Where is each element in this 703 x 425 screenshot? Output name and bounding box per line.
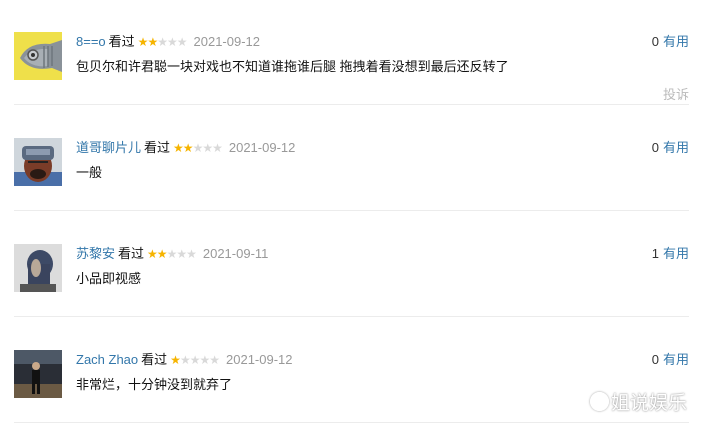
comment-text: 包贝尔和许君聪一块对戏也不知道谁拖谁后腿 拖拽着看没想到最后还反转了: [76, 59, 509, 74]
comment-meta: 8==o 看过 ★★★★★ 2021-09-12: [76, 32, 260, 52]
star-empty-icon: ★: [157, 35, 168, 49]
watch-status: 看过: [141, 352, 168, 367]
comment-text: 小品即视感: [76, 271, 142, 286]
watermark-text: 姐说娱乐: [611, 392, 688, 414]
username-link[interactable]: Zach Zhao: [76, 352, 138, 367]
watch-status: 看过: [144, 140, 171, 155]
comment-item: 道哥聊片儿 看过 ★★★★★ 2021-09-12 0 有用 一般: [14, 138, 689, 211]
comment-date: 2021-09-11: [202, 246, 269, 261]
star-empty-icon: ★: [209, 353, 220, 367]
star-empty-icon: ★: [166, 247, 178, 261]
avatar[interactable]: [14, 138, 62, 186]
fish-avatar-icon: [14, 32, 62, 80]
star-filled-icon: ★: [147, 247, 158, 261]
username-link[interactable]: 8==o: [76, 34, 106, 49]
comment-item: 8==o 看过 ★★★★★ 2021-09-12 0 有用 包贝尔和许君聪一块对戏也不知…: [14, 32, 689, 105]
report-link[interactable]: 投诉: [663, 84, 689, 103]
watch-status: 看过: [118, 246, 145, 261]
comment-meta: 道哥聊片儿 看过 ★★★★★ 2021-09-12: [76, 138, 295, 158]
watch-status: 看过: [108, 34, 135, 49]
vote-area: 1 有用: [652, 244, 689, 264]
useful-button[interactable]: 有用: [663, 34, 689, 49]
comment-text: 一般: [76, 165, 103, 180]
vote-count: 0: [651, 34, 659, 49]
star-empty-icon: ★: [192, 141, 204, 155]
watermark: 姐说娱乐: [590, 388, 687, 415]
star-empty-icon: ★: [199, 353, 210, 367]
photo-avatar-icon: [14, 350, 62, 398]
star-empty-icon: ★: [166, 35, 178, 49]
comment-date: 2021-09-12: [193, 34, 261, 49]
useful-button[interactable]: 有用: [663, 140, 689, 155]
rating-stars: ★★★★★: [137, 32, 188, 52]
star-empty-icon: ★: [189, 353, 201, 367]
useful-button[interactable]: 有用: [663, 352, 689, 367]
comment-text: 非常烂，十分钟没到就弃了: [76, 377, 233, 392]
portrait-avatar-icon: [14, 244, 62, 292]
useful-button[interactable]: 有用: [663, 246, 689, 261]
rating-stars: ★★★★★: [147, 244, 197, 264]
comment-date: 2021-09-12: [228, 140, 296, 155]
vote-area: 0 有用: [652, 138, 689, 158]
vote-area: 0 有用: [652, 350, 689, 370]
avatar[interactable]: [14, 244, 62, 292]
comment-meta: 苏黎安 看过 ★★★★★ 2021-09-11: [76, 244, 268, 264]
rating-stars: ★★★★★: [173, 138, 223, 158]
star-empty-icon: ★: [176, 247, 187, 261]
star-filled-icon: ★: [137, 35, 149, 49]
star-filled-icon: ★: [173, 141, 184, 155]
star-empty-icon: ★: [176, 35, 188, 49]
comment-date: 2021-09-12: [226, 352, 293, 367]
vote-count: 0: [651, 352, 659, 367]
star-filled-icon: ★: [182, 141, 194, 155]
comment-item: Zach Zhao 看过 ★★★★★ 2021-09-12 0 有用 非常烂，十分钟没到…: [14, 350, 689, 423]
comment-item: 苏黎安 看过 ★★★★★ 2021-09-11 1 有用 小品即视感: [14, 244, 689, 317]
star-empty-icon: ★: [179, 353, 191, 367]
vote-count: 0: [651, 140, 659, 155]
star-filled-icon: ★: [170, 353, 181, 367]
star-filled-icon: ★: [147, 35, 158, 49]
comment-meta: Zach Zhao 看过 ★★★★★ 2021-09-12: [76, 350, 293, 370]
star-empty-icon: ★: [212, 141, 223, 155]
star-empty-icon: ★: [202, 141, 213, 155]
character-avatar-icon: [14, 138, 62, 186]
star-filled-icon: ★: [156, 247, 168, 261]
star-empty-icon: ★: [186, 247, 197, 261]
vote-area: 0 有用: [652, 32, 689, 52]
vote-count: 1: [651, 246, 659, 261]
watermark-logo-icon: [590, 392, 609, 411]
avatar[interactable]: [14, 350, 62, 398]
avatar[interactable]: [14, 32, 62, 80]
username-link[interactable]: 道哥聊片儿: [76, 140, 141, 155]
username-link[interactable]: 苏黎安: [76, 246, 115, 261]
rating-stars: ★★★★★: [170, 350, 220, 370]
